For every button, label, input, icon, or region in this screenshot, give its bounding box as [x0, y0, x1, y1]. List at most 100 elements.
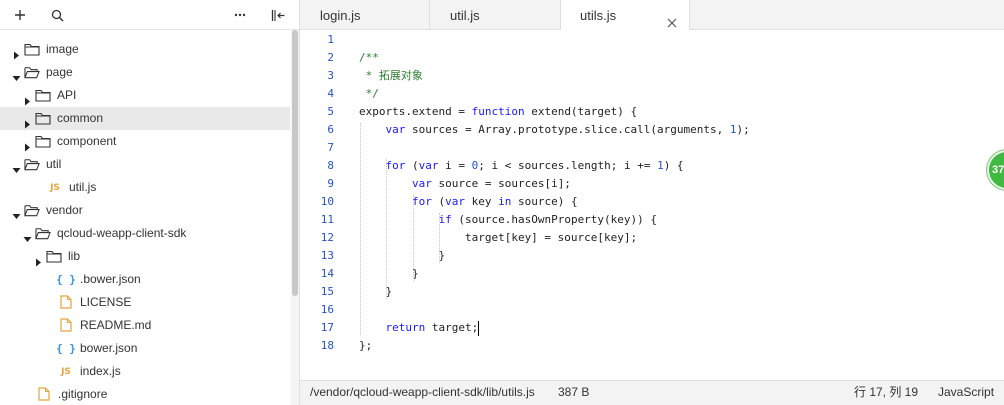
plus-icon — [14, 9, 26, 21]
tab-util-js[interactable]: util.js — [430, 0, 561, 30]
tree-file[interactable]: { } bower.json — [0, 337, 290, 360]
tree-folder[interactable]: API — [0, 84, 290, 107]
code-line[interactable]: var source = sources[i]; — [359, 175, 571, 193]
code-token: i = — [438, 159, 472, 172]
line-number: 6 — [327, 123, 334, 136]
folder-open-icon — [24, 157, 40, 171]
cursor-position[interactable]: 行 17, 列 19 — [854, 381, 918, 404]
tree-folder[interactable]: common — [0, 107, 290, 130]
tree-folder[interactable]: component — [0, 130, 290, 153]
chevron-right-icon[interactable] — [23, 114, 32, 129]
more-button[interactable] — [230, 5, 250, 25]
code-line[interactable]: for (var i = 0; i < sources.length; i +=… — [359, 157, 684, 175]
line-number: 18 — [320, 339, 334, 352]
collapse-sidebar-button[interactable] — [268, 5, 288, 25]
search-button[interactable] — [47, 5, 67, 25]
code-token: } — [359, 249, 446, 262]
code-token: for — [411, 195, 432, 208]
code-token: var — [411, 177, 432, 190]
code-token: /** — [359, 51, 379, 64]
tree-item-label: README.md — [80, 318, 152, 332]
chevron-down-icon[interactable] — [12, 206, 21, 219]
tree-file[interactable]: { } .bower.json — [0, 268, 290, 291]
tab-utils-js[interactable]: utils.js — [561, 0, 690, 31]
sidebar-scrollbar-thumb[interactable] — [292, 30, 298, 296]
tree-item-label: page — [46, 65, 73, 79]
folder-open-icon — [24, 65, 40, 79]
chevron-right-icon[interactable] — [34, 252, 43, 267]
status-bar: /vendor/qcloud-weapp-client-sdk/lib/util… — [300, 380, 1004, 405]
line-number: 3 — [327, 69, 334, 82]
language-mode[interactable]: JavaScript — [938, 381, 994, 404]
chevron-right-icon[interactable] — [12, 45, 21, 60]
code-token: * 拓展对象 — [359, 69, 423, 82]
code-line[interactable]: if (source.hasOwnProperty(key)) { — [359, 211, 657, 229]
code-editor[interactable]: 1 2 3 4 5 6 7 8 9 10 11 12 13 14 15 16 17 18 /** * 拓展对象 *… — [300, 30, 1004, 380]
line-number: 11 — [320, 213, 334, 226]
code-line[interactable]: } — [359, 265, 419, 283]
tree-file[interactable]: JS index.js — [0, 360, 290, 383]
code-token: target; — [425, 321, 479, 334]
code-line[interactable]: var sources = Array.prototype.slice.call… — [359, 121, 750, 139]
chevron-down-icon[interactable] — [12, 160, 21, 173]
code-token: */ — [359, 87, 379, 100]
code-line[interactable]: * 拓展对象 — [359, 67, 423, 85]
json-file-icon: { } — [56, 272, 76, 286]
text-cursor — [478, 320, 480, 336]
code-line[interactable]: for (var key in source) { — [359, 193, 578, 211]
folder-icon — [24, 42, 40, 56]
tree-file[interactable]: .gitignore — [0, 383, 290, 405]
tree-item-label: LICENSE — [80, 295, 132, 309]
sidebar-scrollbar[interactable] — [291, 30, 299, 405]
chevron-down-icon[interactable] — [23, 229, 32, 242]
tree-folder[interactable]: util — [0, 153, 290, 176]
close-icon[interactable] — [666, 9, 678, 28]
line-number: 8 — [327, 159, 334, 172]
code-token: target[key] = source[key]; — [359, 231, 638, 244]
code-token: return — [385, 321, 426, 334]
code-line[interactable]: exports.extend = function extend(target)… — [359, 103, 637, 121]
code-token: 1 — [657, 159, 664, 172]
chevron-right-icon[interactable] — [23, 91, 32, 106]
code-line[interactable]: return target; — [359, 319, 480, 337]
tree-item-label: .bower.json — [80, 272, 141, 286]
code-token: ( — [431, 195, 446, 208]
tree-folder[interactable]: lib — [0, 245, 290, 268]
code-line[interactable]: */ — [359, 85, 379, 103]
chevron-right-icon[interactable] — [23, 137, 32, 152]
code-token: if — [438, 213, 452, 226]
add-file-button[interactable] — [10, 5, 30, 25]
tree-item-label: qcloud-weapp-client-sdk — [57, 226, 187, 240]
tree-folder[interactable]: page — [0, 61, 290, 84]
code-token: }; — [359, 339, 373, 352]
tree-file[interactable]: LICENSE — [0, 291, 290, 314]
code-token: 1 — [729, 123, 737, 136]
line-number: 9 — [327, 177, 334, 190]
more-icon — [234, 13, 246, 17]
code-line[interactable]: target[key] = source[key]; — [359, 229, 637, 247]
code-line[interactable]: /** — [359, 49, 379, 67]
folder-open-icon — [24, 203, 40, 217]
code-line[interactable]: } — [359, 247, 445, 265]
tree-folder[interactable]: qcloud-weapp-client-sdk — [0, 222, 290, 245]
indent-guide — [386, 159, 388, 299]
tree-folder[interactable]: vendor — [0, 199, 290, 222]
code-token: source = sources[i]; — [431, 177, 571, 190]
tree-folder[interactable]: image — [0, 38, 290, 61]
explorer-toolbar — [0, 0, 299, 30]
tree-item-label: image — [46, 42, 79, 56]
line-number: 7 — [327, 141, 334, 154]
chevron-down-icon[interactable] — [12, 68, 21, 81]
file-path: /vendor/qcloud-weapp-client-sdk/lib/util… — [310, 385, 535, 399]
tab-login-js[interactable]: login.js — [300, 0, 430, 30]
code-token: key — [464, 195, 499, 208]
code-token: (source.hasOwnProperty(key)) { — [451, 213, 658, 226]
code-token: ); — [736, 123, 750, 136]
tree-file[interactable]: JS util.js — [0, 176, 290, 199]
tree-item-label: bower.json — [80, 341, 138, 355]
code-line[interactable]: }; — [359, 337, 372, 355]
tree-file[interactable]: README.md — [0, 314, 290, 337]
